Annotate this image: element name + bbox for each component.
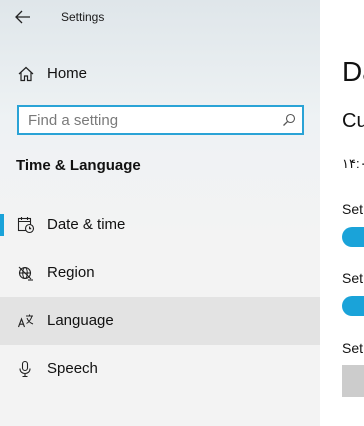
sidebar-item-region[interactable]: Region: [0, 249, 320, 297]
section-title: Time & Language: [16, 157, 141, 174]
sidebar-item-language[interactable]: Language: [0, 297, 320, 345]
page-title: Da: [342, 56, 364, 87]
title-bar: Settings: [0, 0, 320, 34]
change-button[interactable]: [342, 365, 364, 397]
search-input[interactable]: [19, 107, 278, 133]
sidebar-item-label: Region: [47, 264, 95, 281]
sidebar-item-label: Date & time: [47, 216, 126, 233]
setting-label: Set: [342, 340, 364, 356]
nav-home-label: Home: [47, 65, 88, 82]
back-button[interactable]: [12, 6, 36, 28]
current-date-time-heading: Cu: [342, 110, 364, 132]
globe-icon: [18, 266, 33, 281]
nav-home[interactable]: Home: [0, 60, 320, 88]
arrow-left-icon: [15, 10, 30, 24]
setting-label: Set: [342, 201, 364, 217]
sidebar-item-date-time[interactable]: Date & time: [0, 201, 320, 249]
current-time-value: ۱۴:۰۰: [342, 156, 364, 171]
search-icon[interactable]: [282, 113, 296, 127]
sidebar-item-label: Speech: [47, 360, 98, 377]
setting-label: Set: [342, 270, 364, 286]
search-box: [17, 105, 304, 135]
auto-time-toggle[interactable]: [342, 227, 364, 247]
language-icon: [17, 314, 34, 328]
calendar-clock-icon: [17, 217, 35, 234]
microphone-icon: [19, 360, 31, 378]
content-pane: Da Cu ۱۴:۰۰ Set Set Set: [320, 0, 364, 426]
sidebar-item-speech[interactable]: Speech: [0, 345, 320, 393]
auto-timezone-toggle[interactable]: [342, 296, 364, 316]
navigation-pane: Settings Home Time & Language Date & tim…: [0, 0, 320, 426]
home-icon: [18, 66, 34, 82]
app-title: Settings: [61, 10, 105, 24]
sidebar-item-label: Language: [47, 312, 114, 329]
